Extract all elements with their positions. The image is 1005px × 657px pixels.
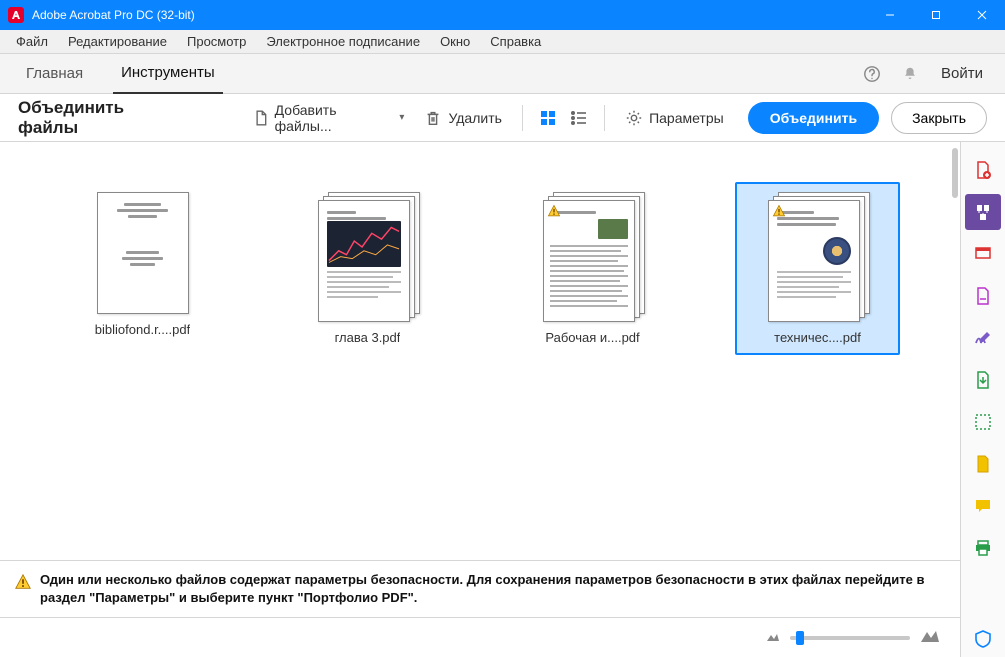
file-thumbnail[interactable]: Рабочая и....pdf <box>510 182 675 355</box>
menu-view[interactable]: Просмотр <box>177 31 256 52</box>
combine-heading: Объединить файлы <box>18 98 182 138</box>
caret-down-icon: ▾ <box>399 112 404 123</box>
content-area: bibliofond.r....pdf глава 3.pdf Рабочая и.… <box>0 142 961 657</box>
tool-print[interactable] <box>965 530 1001 566</box>
thumb-large-icon[interactable] <box>920 629 940 646</box>
settings-label: Параметры <box>649 110 724 126</box>
tool-redact[interactable] <box>965 404 1001 440</box>
warning-icon <box>14 573 32 591</box>
page-single <box>97 192 189 314</box>
right-tools-panel <box>961 142 1005 657</box>
window-maximize-button[interactable] <box>913 0 959 30</box>
file-thumbnails: bibliofond.r....pdf глава 3.pdf Рабочая и.… <box>0 142 960 375</box>
tool-comment[interactable] <box>965 488 1001 524</box>
tool-compress[interactable] <box>965 446 1001 482</box>
bell-icon[interactable] <box>891 54 929 94</box>
file-label: Рабочая и....pdf <box>545 330 639 345</box>
tool-export-pdf[interactable] <box>965 278 1001 314</box>
window-title: Adobe Acrobat Pro DC (32-bit) <box>32 8 867 22</box>
thumbnail-size-slider[interactable] <box>790 636 910 640</box>
delete-button[interactable]: Удалить <box>414 103 511 133</box>
tool-edit-pdf[interactable] <box>965 236 1001 272</box>
tool-protect[interactable] <box>965 621 1001 657</box>
tab-home[interactable]: Главная <box>18 54 91 94</box>
menu-edit[interactable]: Редактирование <box>58 31 177 52</box>
thumb-small-icon[interactable] <box>766 630 780 645</box>
help-icon[interactable] <box>853 54 891 94</box>
tool-organize[interactable] <box>965 362 1001 398</box>
file-label: техничес....pdf <box>774 330 861 345</box>
tool-create-pdf[interactable] <box>965 152 1001 188</box>
tool-combine-files[interactable] <box>965 194 1001 230</box>
file-label: bibliofond.r....pdf <box>95 322 190 337</box>
scrollbar[interactable] <box>952 148 958 198</box>
app-icon <box>8 7 24 23</box>
file-thumbnail[interactable]: техничес....pdf <box>735 182 900 355</box>
window-close-button[interactable] <box>959 0 1005 30</box>
settings-button[interactable]: Параметры <box>615 103 734 133</box>
menu-esign[interactable]: Электронное подписание <box>256 31 430 52</box>
combine-button[interactable]: Объединить <box>748 102 879 134</box>
action-bar: Объединить файлы Добавить файлы... ▾ Уда… <box>0 94 1005 142</box>
page-stack <box>768 192 868 322</box>
grid-view-button[interactable] <box>533 102 564 134</box>
file-thumbnail[interactable]: глава 3.pdf <box>285 182 450 355</box>
page-stack <box>543 192 643 322</box>
file-thumbnail[interactable]: bibliofond.r....pdf <box>60 182 225 347</box>
add-files-button[interactable]: Добавить файлы... ▾ <box>242 96 415 140</box>
zoom-bar <box>0 617 960 657</box>
security-warning-bar: Один или несколько файлов содержат парам… <box>0 560 960 617</box>
menu-bar: Файл Редактирование Просмотр Электронное… <box>0 30 1005 54</box>
file-label: глава 3.pdf <box>335 330 401 345</box>
tool-sign[interactable] <box>965 320 1001 356</box>
add-files-label: Добавить файлы... <box>275 102 392 134</box>
login-button[interactable]: Войти <box>937 65 987 82</box>
tab-tools[interactable]: Инструменты <box>113 54 223 94</box>
close-button[interactable]: Закрыть <box>891 102 987 134</box>
window-minimize-button[interactable] <box>867 0 913 30</box>
tab-toolbar: Главная Инструменты Войти <box>0 54 1005 94</box>
delete-label: Удалить <box>448 110 501 126</box>
menu-window[interactable]: Окно <box>430 31 480 52</box>
window-titlebar: Adobe Acrobat Pro DC (32-bit) <box>0 0 1005 30</box>
menu-file[interactable]: Файл <box>6 31 58 52</box>
warning-message: Один или несколько файлов содержат парам… <box>40 571 946 607</box>
menu-help[interactable]: Справка <box>480 31 551 52</box>
page-stack <box>318 192 418 322</box>
list-view-button[interactable] <box>563 102 594 134</box>
